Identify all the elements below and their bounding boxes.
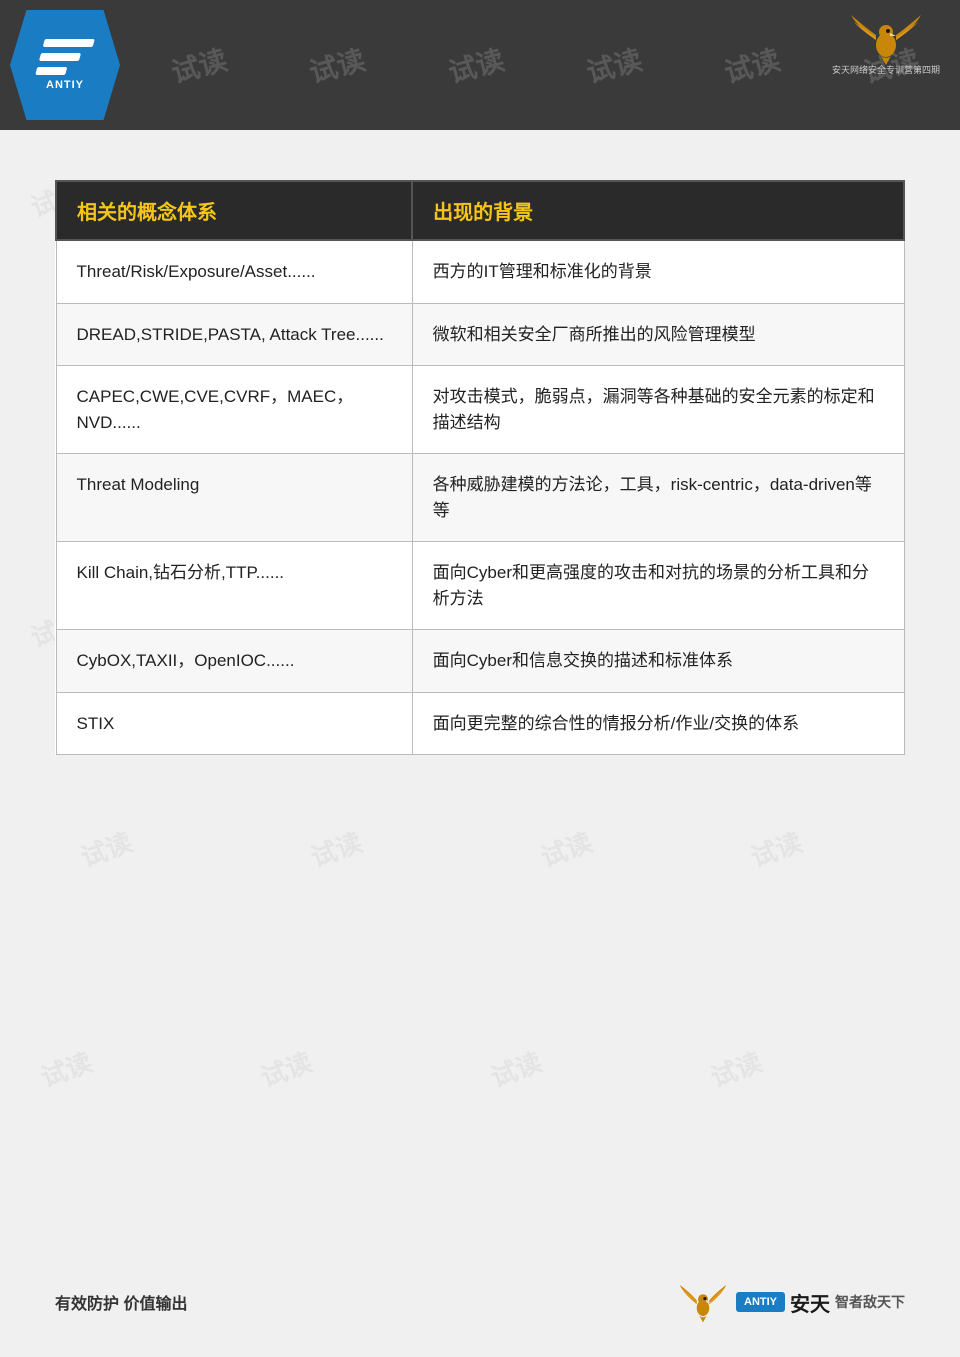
main-content: 相关的概念体系 出现的背景 Threat/Risk/Exposure/Asset… — [0, 130, 960, 785]
footer-slogan: 智者敌天下 — [835, 1292, 905, 1312]
logo-line-3 — [35, 67, 67, 75]
table-row: DREAD,STRIDE,PASTA, Attack Tree......微软和… — [56, 303, 904, 366]
footer-brand-area: ANTIY 安天 智者敌天下 — [678, 1277, 905, 1327]
footer-brand-text: ANTIY 安天 智者敌天下 — [736, 1288, 905, 1317]
eagle-icon — [846, 10, 926, 65]
table-cell-right: 面向更完整的综合性的情报分析/作业/交换的体系 — [412, 692, 904, 755]
table-row: CAPEC,CWE,CVE,CVRF，MAEC，NVD......对攻击模式，脆… — [56, 366, 904, 454]
footer-eagle-icon — [678, 1277, 728, 1327]
bwm-21: 试读 — [705, 1042, 767, 1095]
table-cell-left: Kill Chain,钻石分析,TTP...... — [56, 542, 412, 630]
table-cell-right: 西方的IT管理和标准化的背景 — [412, 240, 904, 303]
bwm-19: 试读 — [255, 1042, 317, 1095]
brand-subtitle: 安天网络安全专训营第四期 — [832, 65, 940, 76]
table-cell-left: CybOX,TAXII，OpenIOC...... — [56, 630, 412, 693]
wm-1: 试读 — [167, 38, 231, 91]
footer-antiy-label: ANTIY — [744, 1296, 777, 1308]
table-row: Threat Modeling各种威胁建模的方法论，工具，risk-centri… — [56, 454, 904, 542]
table-row: Kill Chain,钻石分析,TTP......面向Cyber和更高强度的攻击… — [56, 542, 904, 630]
wm-5: 试读 — [720, 38, 784, 91]
bwm-17: 试读 — [745, 822, 807, 875]
table-cell-right: 各种威胁建模的方法论，工具，risk-centric，data-driven等等 — [412, 454, 904, 542]
bwm-18: 试读 — [35, 1042, 97, 1095]
footer-antiy-logo: ANTIY — [736, 1292, 785, 1312]
table-row: STIX面向更完整的综合性的情报分析/作业/交换的体系 — [56, 692, 904, 755]
bwm-20: 试读 — [485, 1042, 547, 1095]
header-watermarks: 试读 试读 试读 试读 试读 试读 — [0, 0, 960, 130]
table-cell-left: CAPEC,CWE,CVE,CVRF，MAEC，NVD...... — [56, 366, 412, 454]
table-cell-left: Threat/Risk/Exposure/Asset...... — [56, 240, 412, 303]
logo-text: ANTIY — [46, 79, 84, 91]
antiy-logo: ANTIY — [10, 10, 120, 120]
header-right-logo: 安天网络安全专训营第四期 — [832, 10, 940, 76]
footer: 有效防护 价值输出 ANTIY 安天 智者敌天下 — [0, 1277, 960, 1327]
wm-3: 试读 — [444, 38, 508, 91]
logo-line-2 — [39, 53, 81, 61]
table-cell-right: 面向Cyber和更高强度的攻击和对抗的场景的分析工具和分析方法 — [412, 542, 904, 630]
wm-2: 试读 — [305, 38, 369, 91]
table-cell-right: 微软和相关安全厂商所推出的风险管理模型 — [412, 303, 904, 366]
table-cell-right: 对攻击模式，脆弱点，漏洞等各种基础的安全元素的标定和描述结构 — [412, 366, 904, 454]
bwm-14: 试读 — [75, 822, 137, 875]
concept-table: 相关的概念体系 出现的背景 Threat/Risk/Exposure/Asset… — [55, 180, 905, 755]
bwm-15: 试读 — [305, 822, 367, 875]
table-cell-left: DREAD,STRIDE,PASTA, Attack Tree...... — [56, 303, 412, 366]
table-cell-left: Threat Modeling — [56, 454, 412, 542]
table-cell-right: 面向Cyber和信息交换的描述和标准体系 — [412, 630, 904, 693]
logo-line-1 — [43, 39, 95, 47]
bwm-16: 试读 — [535, 822, 597, 875]
table-cell-left: STIX — [56, 692, 412, 755]
wm-4: 试读 — [582, 38, 646, 91]
table-header-right: 出现的背景 — [412, 181, 904, 240]
footer-tagline: 有效防护 价值输出 — [55, 1290, 187, 1314]
table-row: Threat/Risk/Exposure/Asset......西方的IT管理和… — [56, 240, 904, 303]
header: ANTIY 试读 试读 试读 试读 试读 试读 安天网络安全 — [0, 0, 960, 130]
table-header-left: 相关的概念体系 — [56, 181, 412, 240]
footer-brand-name: 安天 — [790, 1288, 830, 1317]
table-row: CybOX,TAXII，OpenIOC......面向Cyber和信息交换的描述… — [56, 630, 904, 693]
